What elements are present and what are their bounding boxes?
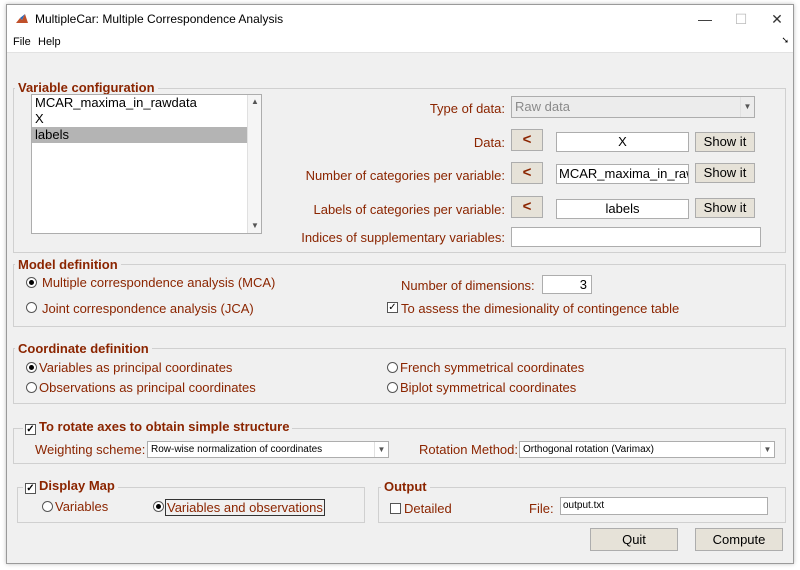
main-window: MultipleCar: Multiple Correspondence Ana… bbox=[6, 4, 794, 564]
window-title: MultipleCar: Multiple Correspondence Ana… bbox=[35, 12, 284, 26]
obs-principal-label[interactable]: Observations as principal coordinates bbox=[39, 380, 256, 395]
close-button[interactable]: ✕ bbox=[759, 5, 795, 33]
map-variables-label[interactable]: Variables bbox=[55, 499, 108, 514]
list-item[interactable]: X bbox=[32, 111, 261, 127]
menu-bar: File Help ➘ bbox=[7, 33, 793, 53]
list-item[interactable]: labels bbox=[32, 127, 247, 143]
rotation-method-label: Rotation Method: bbox=[419, 442, 519, 457]
dimensions-label: Number of dimensions: bbox=[401, 278, 535, 293]
french-label[interactable]: French symmetrical coordinates bbox=[400, 360, 584, 375]
title-bar: MultipleCar: Multiple Correspondence Ana… bbox=[7, 5, 793, 33]
detailed-label[interactable]: Detailed bbox=[404, 501, 452, 516]
display-map-label[interactable]: Display Map bbox=[39, 478, 115, 493]
biplot-radio[interactable] bbox=[387, 382, 398, 393]
categories-label: Number of categories per variable: bbox=[305, 168, 505, 183]
output-file-field[interactable]: output.txt bbox=[560, 497, 768, 515]
map-var-obs-label[interactable]: Variables and observations bbox=[165, 499, 325, 516]
minimize-button[interactable]: — bbox=[687, 5, 723, 33]
display-map-checkbox[interactable]: ✓ bbox=[25, 483, 36, 494]
dimensions-field[interactable]: 3 bbox=[542, 275, 592, 294]
data-label: Data: bbox=[473, 135, 505, 150]
labels-assign-button[interactable]: < bbox=[511, 196, 543, 218]
labels-label: Labels of categories per variable: bbox=[313, 202, 505, 217]
labels-field[interactable]: labels bbox=[556, 199, 689, 219]
jca-radio[interactable] bbox=[26, 302, 37, 313]
obs-principal-radio[interactable] bbox=[26, 382, 37, 393]
mca-radio[interactable] bbox=[26, 277, 37, 288]
variable-listbox[interactable]: MCAR_maxima_in_rawdata X labels ▲ ▼ bbox=[31, 94, 262, 234]
weighting-label: Weighting scheme: bbox=[35, 442, 146, 457]
var-principal-label[interactable]: Variables as principal coordinates bbox=[39, 360, 232, 375]
scroll-down-icon[interactable]: ▼ bbox=[248, 219, 262, 233]
type-of-data-label: Type of data: bbox=[429, 101, 505, 116]
scroll-up-icon[interactable]: ▲ bbox=[248, 95, 262, 109]
variable-config-title: Variable configuration bbox=[15, 80, 158, 95]
data-field[interactable]: X bbox=[556, 132, 689, 152]
weighting-value: Row-wise normalization of coordinates bbox=[151, 444, 323, 455]
labels-show-button[interactable]: Show it bbox=[695, 198, 755, 218]
assess-label[interactable]: To assess the dimesionality of contingen… bbox=[401, 301, 679, 316]
biplot-label[interactable]: Biplot symmetrical coordinates bbox=[400, 380, 576, 395]
quit-button[interactable]: Quit bbox=[590, 528, 678, 551]
chevron-down-icon: ▼ bbox=[760, 442, 774, 457]
jca-label[interactable]: Joint correspondence analysis (JCA) bbox=[42, 301, 254, 316]
mca-label[interactable]: Multiple correspondence analysis (MCA) bbox=[42, 275, 275, 290]
file-label: File: bbox=[529, 501, 554, 516]
data-assign-button[interactable]: < bbox=[511, 129, 543, 151]
coordinate-panel bbox=[13, 348, 786, 404]
compute-button[interactable]: Compute bbox=[695, 528, 783, 551]
list-scrollbar[interactable]: ▲ ▼ bbox=[247, 95, 261, 233]
supplementary-label: Indices of supplementary variables: bbox=[301, 230, 505, 245]
detailed-checkbox[interactable] bbox=[390, 503, 401, 514]
output-title: Output bbox=[381, 479, 430, 494]
matlab-app-icon bbox=[15, 12, 29, 26]
menu-help[interactable]: Help bbox=[38, 36, 61, 48]
var-principal-radio[interactable] bbox=[26, 362, 37, 373]
type-of-data-select[interactable]: Raw data ▼ bbox=[511, 96, 755, 118]
type-of-data-value: Raw data bbox=[515, 99, 570, 114]
chevron-down-icon: ▼ bbox=[374, 442, 388, 457]
data-show-button[interactable]: Show it bbox=[695, 132, 755, 152]
rotate-checkbox[interactable]: ✓ bbox=[25, 424, 36, 435]
categories-assign-button[interactable]: < bbox=[511, 162, 543, 184]
weighting-select[interactable]: Row-wise normalization of coordinates ▼ bbox=[147, 441, 389, 458]
maximize-button[interactable]: ☐ bbox=[723, 5, 759, 33]
rotate-label[interactable]: To rotate axes to obtain simple structur… bbox=[39, 419, 289, 434]
rotation-method-select[interactable]: Orthogonal rotation (Varimax) ▼ bbox=[519, 441, 775, 458]
rotation-title: ✓ To rotate axes to obtain simple structu… bbox=[23, 419, 293, 435]
model-title: Model definition bbox=[15, 257, 121, 272]
dock-arrow-icon[interactable]: ➘ bbox=[781, 35, 789, 46]
coordinate-title: Coordinate definition bbox=[15, 341, 152, 356]
categories-field[interactable]: MCAR_maxima_in_raw bbox=[556, 164, 689, 184]
map-var-obs-radio[interactable] bbox=[153, 501, 164, 512]
chevron-down-icon: ▼ bbox=[740, 97, 754, 117]
model-panel bbox=[13, 264, 786, 327]
rotation-method-value: Orthogonal rotation (Varimax) bbox=[523, 444, 654, 455]
menu-file[interactable]: File bbox=[13, 36, 31, 48]
assess-checkbox[interactable]: ✓ bbox=[387, 302, 398, 313]
french-radio[interactable] bbox=[387, 362, 398, 373]
categories-show-button[interactable]: Show it bbox=[695, 163, 755, 183]
list-item[interactable]: MCAR_maxima_in_rawdata bbox=[32, 95, 261, 111]
display-map-title: ✓ Display Map bbox=[23, 478, 118, 494]
supplementary-field[interactable] bbox=[511, 227, 761, 247]
map-variables-radio[interactable] bbox=[42, 501, 53, 512]
